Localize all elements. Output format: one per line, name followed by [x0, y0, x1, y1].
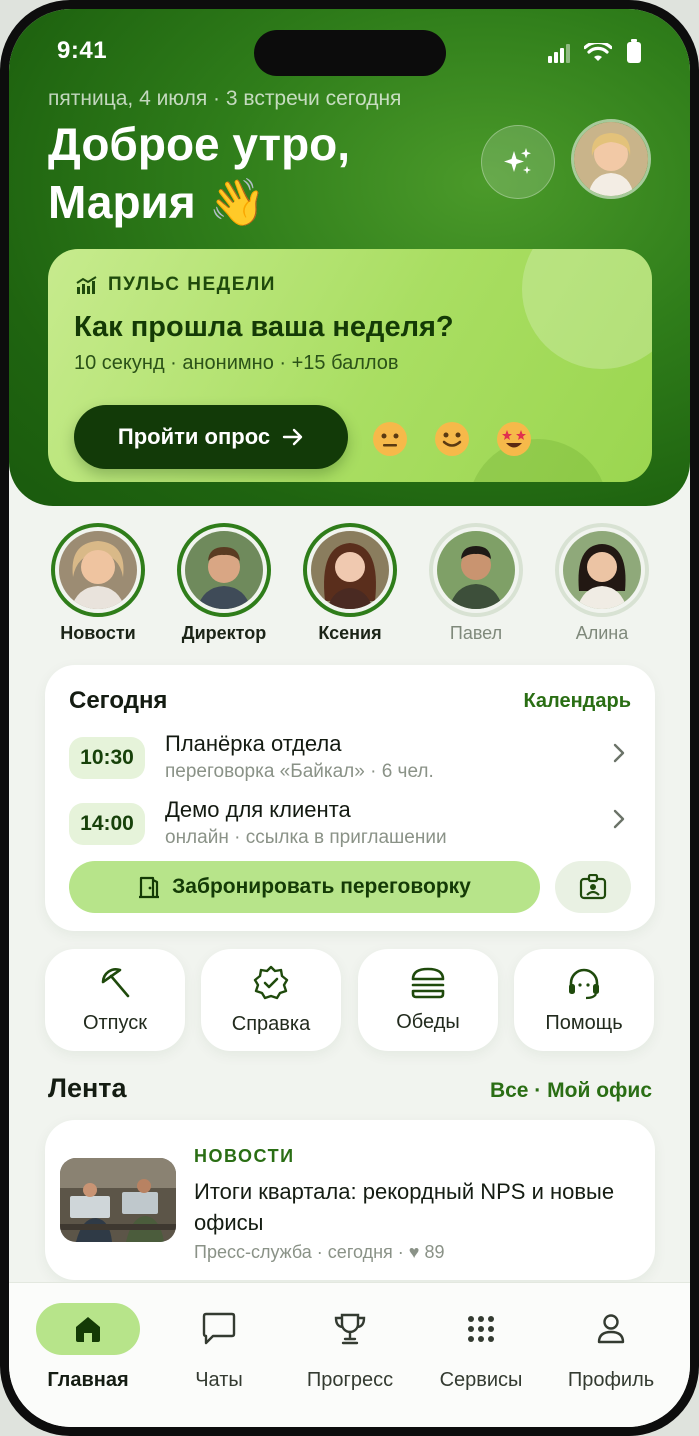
verified-badge-icon — [253, 965, 289, 999]
meeting-subtitle: переговорка «Байкал» · 6 чел. — [165, 761, 434, 782]
feed-title: Лента — [48, 1073, 127, 1103]
quick-action-label: Обеды — [396, 1010, 460, 1033]
tab-label: Главная — [47, 1369, 129, 1391]
tab-label: Чаты — [195, 1369, 243, 1391]
story-news[interactable]: Новости — [50, 523, 146, 644]
story-avatar — [59, 531, 137, 609]
greeting-line-1: Доброе утро, — [48, 118, 351, 170]
trophy-icon — [334, 1313, 366, 1345]
hero-header: 9:41 пятница, 4 июля · 3 встречи сегодня… — [9, 9, 690, 506]
story-alina[interactable]: Алина — [554, 523, 650, 644]
book-room-label: Забронировать переговорку — [172, 875, 471, 898]
chevron-right-icon — [613, 743, 625, 763]
greeting-line-2: Мария 👋 — [48, 176, 266, 228]
news-thumbnail — [60, 1158, 176, 1242]
tab-services[interactable]: Сервисы — [417, 1303, 545, 1392]
news-card[interactable]: НОВОСТИ Итоги квартала: рекордный NPS и … — [45, 1120, 655, 1280]
pulse-subtitle: 10 секунд · анонимно · +15 баллов — [74, 352, 399, 374]
phone-frame: 9:41 пятница, 4 июля · 3 встречи сегодня… — [0, 0, 699, 1436]
tab-label: Прогресс — [306, 1369, 394, 1391]
signal-icon — [548, 44, 570, 63]
id-badge-button[interactable] — [555, 861, 631, 913]
take-survey-label: Пройти опрос — [117, 424, 271, 449]
meeting-time: 14:00 — [69, 803, 145, 845]
door-icon — [139, 876, 160, 899]
status-bar: 9:41 — [57, 37, 642, 67]
today-card: Сегодня Календарь 10:30 Планёрка отдела … — [45, 665, 655, 931]
meeting-subtitle: онлайн · ссылка в приглашении — [165, 827, 447, 848]
quick-action-label: Отпуск — [82, 1011, 148, 1034]
chat-icon — [202, 1312, 236, 1345]
quick-action-label: Справка — [231, 1012, 311, 1035]
date-line: пятница, 4 июля · 3 встречи сегодня — [48, 87, 402, 110]
tab-bar: Главная Чаты Прогресс Сервисы Профиль — [9, 1282, 690, 1427]
story-avatar — [311, 531, 389, 609]
tab-progress[interactable]: Прогресс — [286, 1303, 414, 1392]
tab-profile[interactable]: Профиль — [547, 1303, 675, 1392]
meeting-row[interactable]: 14:00 Демо для клиента онлайн · ссылка в… — [69, 797, 635, 853]
today-title: Сегодня — [69, 687, 168, 714]
greeting: Доброе утро, Мария 👋 — [48, 115, 468, 231]
story-avatar — [437, 531, 515, 609]
chart-icon — [76, 276, 97, 294]
story-ksenia[interactable]: Ксения — [302, 523, 398, 644]
screen: 9:41 пятница, 4 июля · 3 встречи сегодня… — [9, 9, 690, 1427]
quick-action-help[interactable]: Помощь — [514, 949, 654, 1051]
neutral-face-icon[interactable] — [372, 421, 408, 457]
feed-filter-link[interactable]: Все · Мой офис — [490, 1079, 652, 1103]
weekly-pulse-card: ПУЛЬС НЕДЕЛИ Как прошла ваша неделя? 10 … — [48, 249, 652, 482]
status-time: 9:41 — [57, 37, 108, 64]
news-title: Итоги квартала: рекордный NPS и новые оф… — [194, 1179, 615, 1235]
grid-icon — [468, 1316, 494, 1342]
tab-chats[interactable]: Чаты — [155, 1303, 283, 1392]
meeting-title: Планёрка отдела — [165, 731, 342, 756]
smile-face-icon[interactable] — [434, 421, 470, 457]
user-icon — [597, 1314, 625, 1344]
meeting-row[interactable]: 10:30 Планёрка отдела переговорка «Байка… — [69, 731, 635, 787]
take-survey-button[interactable]: Пройти опрос — [74, 405, 348, 469]
calendar-link[interactable]: Календарь — [523, 690, 631, 713]
tab-home[interactable]: Главная — [24, 1303, 152, 1392]
battery-icon — [627, 39, 641, 63]
pulse-tag: ПУЛЬС НЕДЕЛИ — [76, 274, 276, 296]
meeting-time: 10:30 — [69, 737, 145, 779]
quick-action-certificate[interactable]: Справка — [201, 949, 341, 1051]
story-label: Директор — [181, 623, 267, 643]
quick-action-vacation[interactable]: Отпуск — [45, 949, 185, 1051]
stories-row: Новости Директор Ксения Павел Алина — [9, 523, 690, 663]
user-avatar[interactable] — [571, 119, 651, 199]
headset-icon — [569, 968, 599, 999]
chevron-right-icon — [613, 809, 625, 829]
quick-action-label: Помощь — [545, 1011, 623, 1034]
wifi-icon — [584, 43, 612, 61]
sparkles-icon — [504, 148, 531, 174]
story-label: Алина — [575, 623, 629, 643]
news-meta: Пресс-служба · сегодня · ♥ 89 — [194, 1242, 445, 1262]
meeting-title: Демо для клиента — [165, 797, 351, 822]
pulse-title: Как прошла ваша неделя? — [74, 311, 454, 343]
quick-action-lunch[interactable]: Обеды — [358, 949, 498, 1051]
story-label: Ксения — [318, 623, 382, 643]
story-label: Павел — [449, 623, 503, 643]
book-room-button[interactable]: Забронировать переговорку — [69, 861, 540, 913]
id-badge-icon — [579, 874, 607, 900]
news-category: НОВОСТИ — [194, 1146, 295, 1166]
status-icons — [548, 39, 642, 63]
story-avatar — [563, 531, 641, 609]
tab-label: Сервисы — [439, 1369, 523, 1391]
ai-assistant-button[interactable] — [481, 125, 555, 199]
arrow-right-icon — [282, 428, 303, 446]
pulse-tag-label: ПУЛЬС НЕДЕЛИ — [108, 274, 276, 295]
star-struck-face-icon[interactable] — [496, 421, 532, 457]
story-director[interactable]: Директор — [176, 523, 272, 644]
tab-label: Профиль — [567, 1369, 655, 1391]
burger-icon — [411, 967, 445, 998]
story-avatar — [185, 531, 263, 609]
home-icon — [76, 1317, 100, 1342]
umbrella-icon — [101, 967, 130, 997]
story-pavel[interactable]: Павел — [428, 523, 524, 644]
story-label: Новости — [60, 623, 136, 643]
